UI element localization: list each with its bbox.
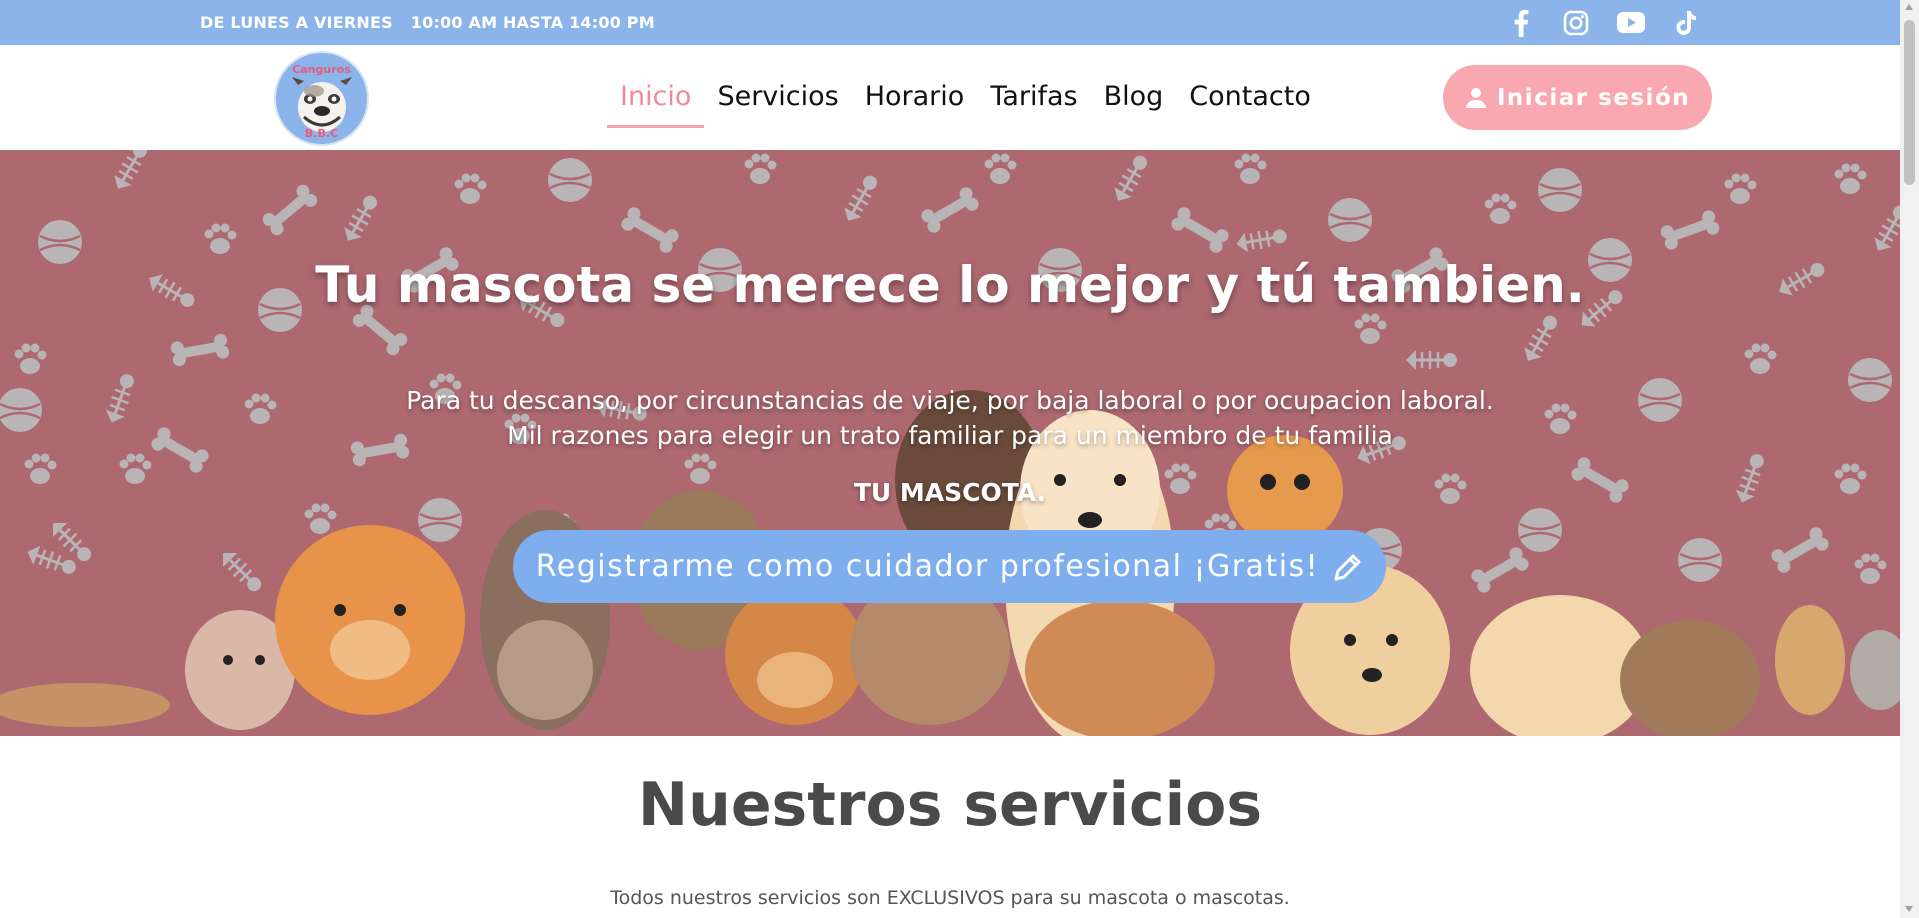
login-button[interactable]: Iniciar sesión [1443, 65, 1712, 130]
main-navbar: Canguros B.B.C Inicio Servicios Horario … [0, 45, 1900, 150]
services-description: Todos nuestros servicios son EXCLUSIVOS … [610, 887, 1290, 909]
nav-item-horario[interactable]: Horario [852, 82, 978, 128]
site-logo[interactable]: Canguros B.B.C [274, 51, 369, 146]
logo-text-bottom: B.B.C [304, 127, 339, 140]
nav-item-blog[interactable]: Blog [1091, 82, 1177, 128]
business-hours: DE LUNES A VIERNES 10:00 AM HASTA 14:00 … [200, 13, 655, 32]
nav-menu: Inicio Servicios Horario Tarifas Blog Co… [607, 82, 1324, 128]
business-days: DE LUNES A VIERNES [200, 13, 393, 32]
nav-item-tarifas[interactable]: Tarifas [977, 82, 1090, 128]
hero-title: Tu mascota se merece lo mejor y tú tambi… [315, 256, 1585, 314]
scroll-up-arrow-icon[interactable] [1905, 4, 1913, 10]
business-time: 10:00 AM HASTA 14:00 PM [410, 13, 655, 32]
instagram-icon[interactable] [1561, 8, 1590, 37]
hero-emphasis: TU MASCOTA. [853, 478, 1047, 507]
nav-item-inicio[interactable]: Inicio [607, 82, 705, 128]
login-button-label: Iniciar sesión [1496, 84, 1691, 111]
services-heading: Nuestros servicios [637, 770, 1263, 840]
top-info-bar: DE LUNES A VIERNES 10:00 AM HASTA 14:00 … [0, 0, 1900, 45]
hero-subtitle-line-1: Para tu descanso, por circunstancias de … [406, 386, 1494, 415]
facebook-icon[interactable] [1506, 8, 1535, 37]
hero-subtitle-line-2: Mil razones para elegir un trato familia… [507, 421, 1393, 450]
register-caregiver-button[interactable]: Registrarme como cuidador profesional ¡G… [513, 530, 1386, 603]
user-icon [1465, 87, 1486, 108]
pencil-icon [1334, 554, 1361, 580]
scrollbar-thumb[interactable] [1904, 20, 1915, 185]
hero-banner: Tu mascota se merece lo mejor y tú tambi… [0, 150, 1900, 736]
nav-item-contacto[interactable]: Contacto [1176, 82, 1324, 128]
social-links [1506, 8, 1700, 37]
page-scrollbar[interactable] [1900, 0, 1919, 918]
nav-item-servicios[interactable]: Servicios [704, 82, 851, 128]
youtube-icon[interactable] [1616, 8, 1645, 37]
register-button-label: Registrarme como cuidador profesional ¡G… [535, 549, 1320, 584]
scroll-down-arrow-icon[interactable] [1905, 906, 1913, 912]
tiktok-icon[interactable] [1671, 8, 1700, 37]
